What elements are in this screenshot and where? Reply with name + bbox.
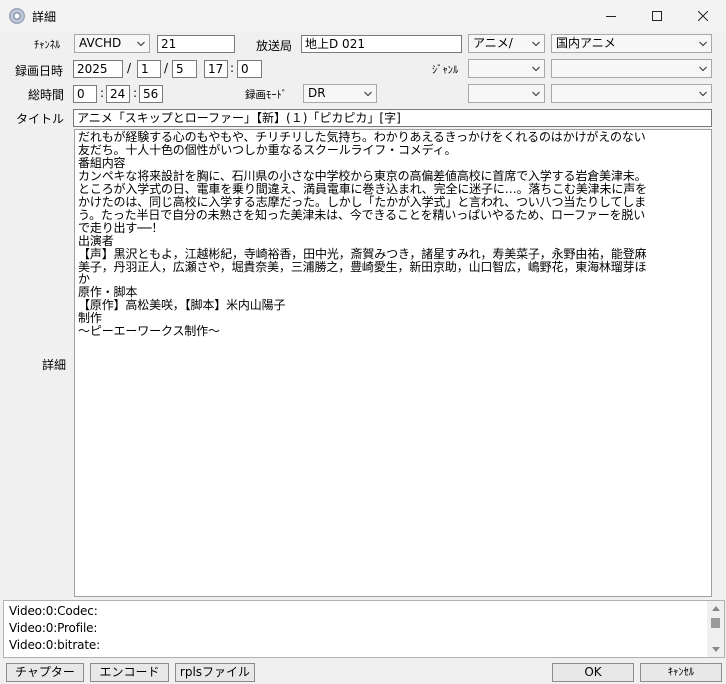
- chevron-down-icon: [532, 91, 540, 97]
- title-label: タイトル: [16, 112, 65, 126]
- minute-input[interactable]: 0: [237, 60, 262, 78]
- duration-hours-input[interactable]: 0: [73, 85, 97, 103]
- media-info-line: Video:0:Profile:: [9, 621, 98, 635]
- detail-line: 【原作】高松美咲，【脚本】米内山陽子: [78, 298, 286, 313]
- minimize-button[interactable]: [588, 0, 634, 32]
- detail-text: だれもが経験する心のもやもや、チリチリした気持ち。わかりあえるきっかけをくれるの…: [78, 131, 647, 338]
- detail-line: 【声】黒沢ともよ，江越彬紀，寺崎裕香，田中光，斎賀みつき，諸星すみれ，寿美菜子，…: [78, 246, 647, 261]
- media-info-line: Video:0:bitrate:: [9, 638, 101, 652]
- detail-textarea[interactable]: だれもが経験する心のもやもや、チリチリした気持ち。わかりあえるきっかけをくれるの…: [74, 129, 712, 597]
- genre3-sub-select[interactable]: [551, 84, 712, 103]
- detail-line: か: [78, 272, 90, 287]
- detail-line: 出演者: [78, 233, 114, 248]
- detail-label: 詳細: [42, 358, 67, 372]
- detail-line: で走り出す──！: [78, 220, 164, 235]
- duration-seconds-input[interactable]: 56: [139, 85, 163, 103]
- rpls-file-button[interactable]: rplsファイル: [175, 663, 255, 682]
- media-info-text: Video:0:Codec: Video:0:Profile: Video:0:bi…: [9, 603, 100, 654]
- detail-line: かけたのは、同じ高校に入学する志摩だった。しかし「たかが入学式」と言われ、つい八…: [78, 194, 646, 209]
- chevron-down-icon: [699, 91, 707, 97]
- ok-button[interactable]: OK: [552, 663, 634, 682]
- genre-label: ｼﾞｬﾝﾙ: [432, 64, 459, 76]
- detail-line: 友だち。十人十色の個性がいつしか重なるスクールライフ・コメディ。: [78, 142, 457, 157]
- genre3-main-select[interactable]: [468, 84, 545, 103]
- scroll-down-icon[interactable]: [712, 647, 720, 652]
- station-input[interactable]: 地上D 021: [301, 35, 462, 53]
- media-info-panel[interactable]: Video:0:Codec: Video:0:Profile: Video:0:bi…: [3, 600, 725, 658]
- channel-type-select[interactable]: AVCHD: [74, 34, 150, 53]
- close-icon: [698, 11, 708, 21]
- chevron-down-icon: [532, 66, 540, 72]
- scroll-up-icon[interactable]: [712, 606, 720, 611]
- channel-label: ﾁｬﾝﾈﾙ: [34, 39, 61, 51]
- record-date-label: 録画日時: [15, 64, 64, 78]
- chevron-down-icon: [699, 66, 707, 72]
- genre-sub-select[interactable]: 国内アニメ: [551, 34, 712, 53]
- maximize-button[interactable]: [634, 0, 680, 32]
- program-title-input[interactable]: アニメ「スキップとローファー」【新】(１)「ピカピカ」[字]: [73, 109, 712, 127]
- hour-input[interactable]: 17: [204, 60, 228, 78]
- close-button[interactable]: [680, 0, 726, 32]
- scrollbar-thumb[interactable]: [711, 618, 720, 628]
- chevron-down-icon: [699, 41, 707, 47]
- record-mode-label: 録画ﾓｰﾄﾞ: [245, 89, 287, 101]
- detail-line: う。たった半日で自分の未熟さを知った美津未は、今できることを精いっぱいやるため、…: [78, 207, 646, 222]
- channel-type-value: AVCHD: [79, 36, 122, 50]
- title-bar: 詳細: [0, 0, 726, 32]
- genre2-sub-select[interactable]: [551, 59, 712, 78]
- encode-button[interactable]: エンコード: [90, 663, 169, 682]
- day-input[interactable]: 5: [172, 60, 197, 78]
- detail-line: 番組内容: [78, 155, 126, 170]
- genre-main-value: アニメ/: [473, 36, 513, 50]
- chapter-button[interactable]: チャプター: [6, 663, 84, 682]
- time-separator: :: [100, 86, 105, 100]
- info-scrollbar[interactable]: [707, 601, 724, 657]
- genre-main-select[interactable]: アニメ/: [468, 34, 545, 53]
- channel-number-input[interactable]: 21: [157, 35, 235, 53]
- genre-sub-value: 国内アニメ: [556, 36, 616, 50]
- chevron-down-icon: [364, 91, 372, 97]
- date-separator: /: [164, 61, 169, 75]
- month-input[interactable]: 1: [137, 60, 161, 78]
- detail-line: だれもが経験する心のもやもや、チリチリした気持ち。わかりあえるきっかけをくれるの…: [78, 130, 646, 144]
- chevron-down-icon: [532, 41, 540, 47]
- detail-line: ～ピーエーワークス制作～: [78, 324, 220, 339]
- media-info-line: Video:0:Codec:: [9, 604, 98, 618]
- detail-line: ところが入学式の日、電車を乗り間違え、満員電車に巻き込まれ、完全に迷子に…。落ち…: [78, 181, 647, 196]
- window-title: 詳細: [32, 10, 57, 24]
- cancel-button[interactable]: ｷｬﾝｾﾙ: [640, 663, 722, 682]
- chevron-down-icon: [137, 41, 145, 47]
- detail-line: 美子，丹羽正人，広瀬さや，堀貴奈美，三浦勝之，豊崎愛生，新田京助，山口智広，嶋野…: [78, 259, 647, 274]
- record-mode-select[interactable]: DR: [303, 84, 377, 103]
- maximize-icon: [652, 11, 662, 21]
- station-label: 放送局: [256, 39, 293, 53]
- record-mode-value: DR: [308, 86, 326, 100]
- time-separator: :: [230, 61, 235, 75]
- duration-label: 総時間: [28, 88, 65, 102]
- time-separator: :: [133, 86, 138, 100]
- detail-line: カンペキな将来設計を胸に、石川県の小さな中学校から東京の高偏差値高校に首席で入学…: [78, 168, 647, 183]
- disc-icon: [9, 8, 25, 24]
- minimize-icon: [606, 16, 616, 17]
- genre2-main-select[interactable]: [468, 59, 545, 78]
- duration-minutes-input[interactable]: 24: [106, 85, 130, 103]
- year-input[interactable]: 2025: [73, 60, 123, 78]
- date-separator: /: [127, 61, 132, 75]
